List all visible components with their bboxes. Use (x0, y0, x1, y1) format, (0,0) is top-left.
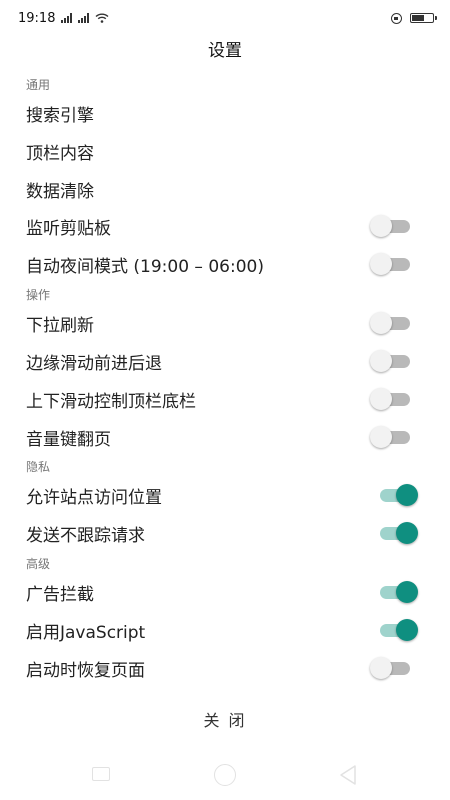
section-header-advanced: 高级 (26, 557, 51, 571)
setting-label: 自动夜间模式 (19:00 – 06:00) (26, 256, 264, 277)
section-header-privacy: 隐私 (26, 460, 51, 474)
setting-label: 下拉刷新 (26, 315, 94, 336)
night-mode-switch[interactable] (370, 253, 412, 275)
signal-bars-icon (78, 13, 90, 23)
setting-search-engine[interactable]: 搜索引擎 (0, 94, 450, 132)
setting-label: 允许站点访问位置 (26, 487, 162, 508)
setting-label: 上下滑动控制顶栏底栏 (26, 391, 196, 412)
pull-refresh-switch[interactable] (370, 312, 412, 334)
status-bar: 19:18 (0, 0, 450, 36)
edge-swipe-switch[interactable] (370, 350, 412, 372)
adblock-switch[interactable] (370, 581, 418, 603)
restore-switch[interactable] (370, 657, 412, 679)
rotation-lock-icon (391, 12, 402, 24)
location-switch[interactable] (370, 484, 418, 506)
setting-label: 启动时恢复页面 (26, 660, 145, 681)
dnt-switch[interactable] (370, 522, 418, 544)
setting-location[interactable]: 允许站点访问位置 (0, 476, 450, 514)
setting-pull-refresh[interactable]: 下拉刷新 (0, 304, 450, 342)
signal-bars-icon (61, 13, 73, 23)
wifi-icon (96, 13, 109, 23)
setting-edge-swipe[interactable]: 边缘滑动前进后退 (0, 342, 450, 380)
setting-volume-keys[interactable]: 音量键翻页 (0, 418, 450, 456)
setting-label: 发送不跟踪请求 (26, 525, 145, 546)
navigation-bar (0, 758, 450, 792)
battery-icon (410, 13, 437, 23)
setting-clear-data[interactable]: 数据清除 (0, 170, 450, 208)
status-left: 19:18 (18, 11, 109, 26)
setting-label: 数据清除 (26, 181, 94, 202)
setting-label: 监听剪贴板 (26, 218, 111, 239)
setting-javascript[interactable]: 启用JavaScript (0, 611, 450, 649)
setting-dnt[interactable]: 发送不跟踪请求 (0, 514, 450, 552)
swipe-bars-switch[interactable] (370, 388, 412, 410)
setting-adblock[interactable]: 广告拦截 (0, 573, 450, 611)
clipboard-switch[interactable] (370, 215, 412, 237)
javascript-switch[interactable] (370, 619, 418, 641)
setting-label: 搜索引擎 (26, 105, 94, 126)
setting-label: 音量键翻页 (26, 429, 111, 450)
dialog-title: 设置 (208, 41, 242, 61)
recent-apps-icon[interactable] (92, 767, 110, 781)
setting-clipboard[interactable]: 监听剪贴板 (0, 207, 450, 245)
close-button[interactable]: 关 闭 (175, 705, 275, 737)
section-header-general: 通用 (26, 78, 51, 92)
setting-label: 广告拦截 (26, 584, 94, 605)
setting-night-mode[interactable]: 自动夜间模式 (19:00 – 06:00) (0, 245, 450, 283)
setting-toolbar-content[interactable]: 顶栏内容 (0, 132, 450, 170)
setting-label: 启用JavaScript (26, 622, 146, 643)
home-icon[interactable] (214, 764, 236, 786)
setting-restore[interactable]: 启动时恢复页面 (0, 649, 450, 687)
setting-label: 顶栏内容 (26, 143, 94, 164)
section-header-operation: 操作 (26, 288, 51, 302)
setting-label: 边缘滑动前进后退 (26, 353, 162, 374)
status-right (391, 12, 437, 24)
back-icon[interactable] (338, 764, 358, 786)
status-time: 19:18 (18, 10, 56, 26)
setting-swipe-bars[interactable]: 上下滑动控制顶栏底栏 (0, 380, 450, 418)
volume-keys-switch[interactable] (370, 426, 412, 448)
